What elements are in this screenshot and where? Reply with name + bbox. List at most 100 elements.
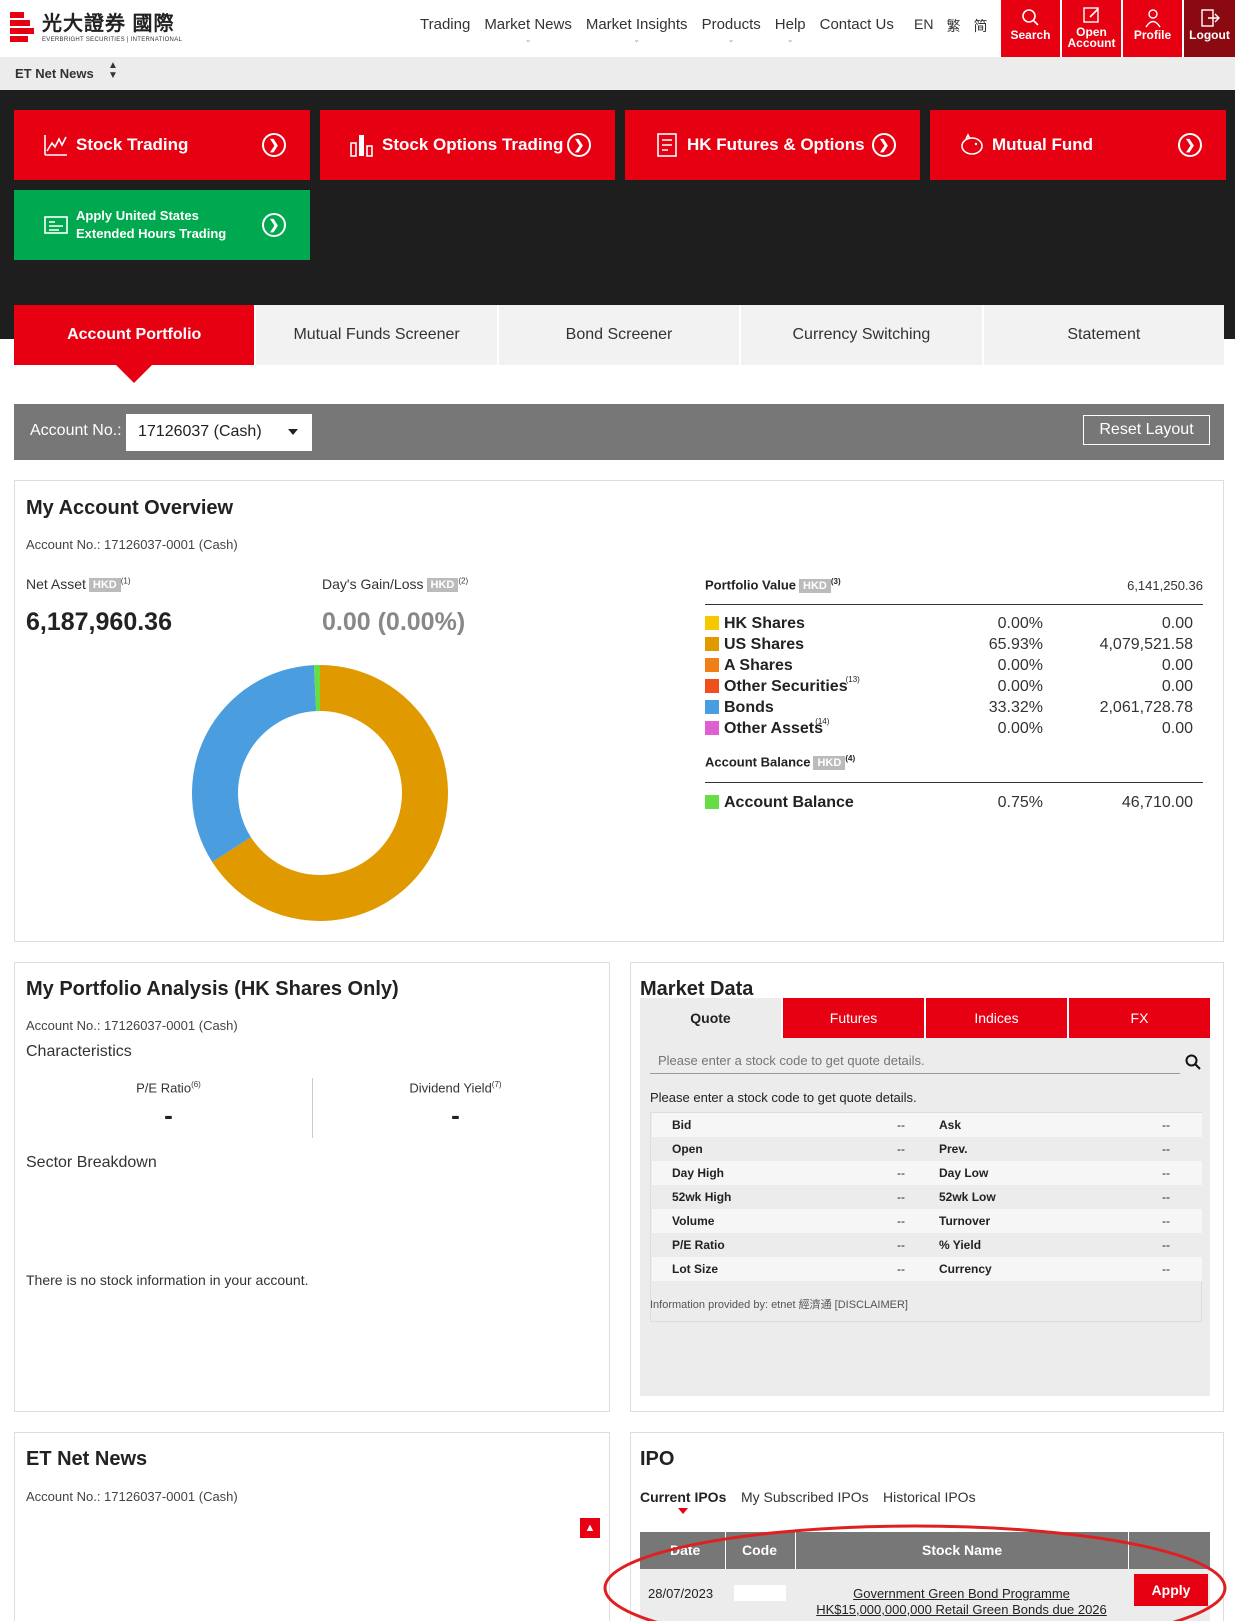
chevron-down-icon: ⌄	[633, 35, 641, 44]
tab-futures[interactable]: Futures	[783, 998, 926, 1038]
nav-trading[interactable]: Trading	[420, 16, 470, 33]
quote-row: Volume -- Turnover --	[652, 1209, 1202, 1233]
divider	[705, 782, 1203, 783]
tab-current-ipos[interactable]: Current IPOs	[640, 1489, 726, 1505]
day-gain-label: Day's Gain/Loss HKD (2)	[322, 576, 469, 593]
portfolio-breakdown-row: HK Shares 0.00% 0.00	[705, 614, 1203, 634]
lang-tc[interactable]: 繁	[946, 16, 960, 36]
sector-breakdown-heading: Sector Breakdown	[26, 1154, 157, 1171]
quote-row: Bid -- Ask --	[652, 1113, 1202, 1137]
stock-options-trading-button[interactable]: Stock Options Trading ❯	[320, 110, 615, 180]
portfolio-value: 6,141,250.36	[1127, 578, 1203, 593]
reset-layout-button[interactable]: Reset Layout	[1083, 415, 1210, 445]
nav-products[interactable]: Products ⌄	[702, 16, 761, 44]
us-extended-hours-button[interactable]: Apply United States Extended Hours Tradin…	[14, 190, 310, 260]
divider	[705, 604, 1203, 605]
tab-indices[interactable]: Indices	[926, 998, 1069, 1038]
tab-bond-screener[interactable]: Bond Screener	[498, 305, 742, 365]
legend-swatch	[705, 658, 719, 672]
lang-en[interactable]: EN	[914, 16, 933, 36]
market-data-tabs: Quote Futures Indices FX	[640, 998, 1210, 1038]
no-stock-message: There is no stock information in your ac…	[26, 1272, 309, 1288]
section-tabs: Account Portfolio Mutual Funds Screener …	[14, 305, 1225, 383]
tab-statement[interactable]: Statement	[983, 305, 1225, 365]
lang-sc[interactable]: 简	[973, 16, 987, 36]
quote-hint: Please enter a stock code to get quote d…	[650, 1090, 917, 1105]
caret-down-icon	[288, 429, 298, 435]
quote-row: Day High -- Day Low --	[652, 1161, 1202, 1185]
currency-badge: HKD	[813, 755, 846, 770]
edit-icon	[1082, 7, 1099, 23]
account-balance-row: Account Balance 0.75% 46,710.00	[705, 793, 1203, 813]
language-switch: EN 繁 简	[914, 16, 1000, 36]
arrow-right-circle-icon: ❯	[567, 133, 591, 157]
sort-arrows-icon[interactable]: ▲ ▼	[108, 61, 118, 81]
hk-futures-options-button[interactable]: HK Futures & Options ❯	[625, 110, 920, 180]
search-icon	[1021, 9, 1039, 26]
data-source-note: Information provided by: etnet 經濟通 [DISC…	[650, 1299, 908, 1311]
chevron-down-icon: ⌄	[524, 35, 532, 44]
nav-help[interactable]: Help ⌄	[775, 16, 806, 44]
nav-market-news[interactable]: Market News ⌄	[484, 16, 572, 44]
main-nav: Trading Market News ⌄ Market Insights ⌄ Pr…	[420, 16, 908, 44]
search-button[interactable]: Search	[1001, 0, 1060, 57]
legend-swatch	[705, 679, 719, 693]
brand-name-en: EVERBRIGHT SECURITIES	[42, 36, 125, 43]
document-icon	[657, 133, 677, 157]
dividend-yield-label: Dividend Yield(7)	[409, 1080, 502, 1096]
active-tab-indicator	[678, 1508, 688, 1514]
logo-mark	[10, 12, 34, 44]
account-label: Account No.:	[30, 422, 122, 439]
nav-market-insights[interactable]: Market Insights ⌄	[586, 16, 688, 44]
stock-trading-button[interactable]: Stock Trading ❯	[14, 110, 310, 180]
chart-icon	[44, 135, 67, 156]
portfolio-breakdown-row: Other Assets (14) 0.00% 0.00	[705, 717, 1203, 739]
quote-row: Open -- Prev. --	[652, 1137, 1202, 1161]
donut-slice-bonds[interactable]	[191, 665, 317, 863]
pe-ratio-value: -	[164, 1100, 173, 1130]
top-nav-bar: 光大證券 國際 EVERBRIGHT SECURITIES | INTERNAT…	[0, 0, 1235, 57]
portfolio-value-label: Portfolio Value HKD (3)	[705, 577, 841, 593]
portfolio-breakdown-row: Other Securities (13) 0.00% 0.00	[705, 675, 1203, 697]
nav-contact-us[interactable]: Contact Us	[820, 16, 894, 33]
account-select[interactable]: 17126037 (Cash)	[126, 414, 312, 451]
sub-bar-title: ET Net News	[15, 66, 94, 81]
mutual-fund-button[interactable]: Mutual Fund ❯	[930, 110, 1226, 180]
form-icon	[44, 216, 68, 234]
chevron-down-icon: ⌄	[786, 35, 794, 44]
search-icon[interactable]	[1185, 1054, 1201, 1070]
pe-ratio-label: P/E Ratio(6)	[136, 1080, 201, 1096]
logout-button[interactable]: Logout	[1184, 0, 1235, 57]
news-title: ET Net News	[26, 1448, 148, 1470]
tab-account-portfolio[interactable]: Account Portfolio	[14, 305, 257, 383]
portfolio-breakdown-row: Bonds 33.32% 2,061,728.78	[705, 698, 1203, 718]
portfolio-donut-chart	[191, 665, 448, 921]
profile-button[interactable]: Profile	[1123, 0, 1182, 57]
tab-historical-ipos[interactable]: Historical IPOs	[883, 1489, 976, 1505]
currency-badge: HKD	[426, 578, 459, 593]
tab-quote[interactable]: Quote	[640, 998, 783, 1038]
brand-name-en-intl: INTERNATIONAL	[130, 36, 183, 43]
tab-currency-switching[interactable]: Currency Switching	[741, 305, 984, 365]
overview-account-no: Account No.: 17126037-0001 (Cash)	[26, 537, 238, 552]
brand-logo[interactable]: 光大證券 國際 EVERBRIGHT SECURITIES | INTERNAT…	[10, 12, 182, 44]
portfolio-breakdown-row: US Shares 65.93% 4,079,521.58	[705, 635, 1203, 655]
piggy-bank-icon	[961, 133, 983, 155]
tab-mutual-funds-screener[interactable]: Mutual Funds Screener	[256, 305, 499, 365]
bar-chart-icon	[350, 135, 373, 157]
brand-name-cn: 光大證券 國際	[42, 12, 175, 35]
quote-row: P/E Ratio --% Yield --	[652, 1233, 1202, 1257]
open-account-button[interactable]: Open Account	[1062, 0, 1121, 57]
portfolio-breakdown-row: A Shares 0.00% 0.00	[705, 656, 1203, 676]
news-account-no: Account No.: 17126037-0001 (Cash)	[26, 1489, 238, 1504]
ipo-title: IPO	[640, 1448, 675, 1470]
logout-icon	[1200, 9, 1220, 27]
tab-my-subscribed-ipos[interactable]: My Subscribed IPOs	[741, 1489, 869, 1505]
tab-fx[interactable]: FX	[1069, 998, 1210, 1038]
account-selector-bar: Account No.: 17126037 (Cash) Reset Layou…	[14, 404, 1224, 460]
stock-code-search-input[interactable]	[650, 1048, 1180, 1074]
arrow-right-circle-icon: ❯	[1178, 133, 1202, 157]
quote-row: 52wk High -- 52wk Low --	[652, 1185, 1202, 1209]
legend-swatch	[705, 616, 719, 630]
alert-icon[interactable]: ▲	[580, 1518, 600, 1538]
